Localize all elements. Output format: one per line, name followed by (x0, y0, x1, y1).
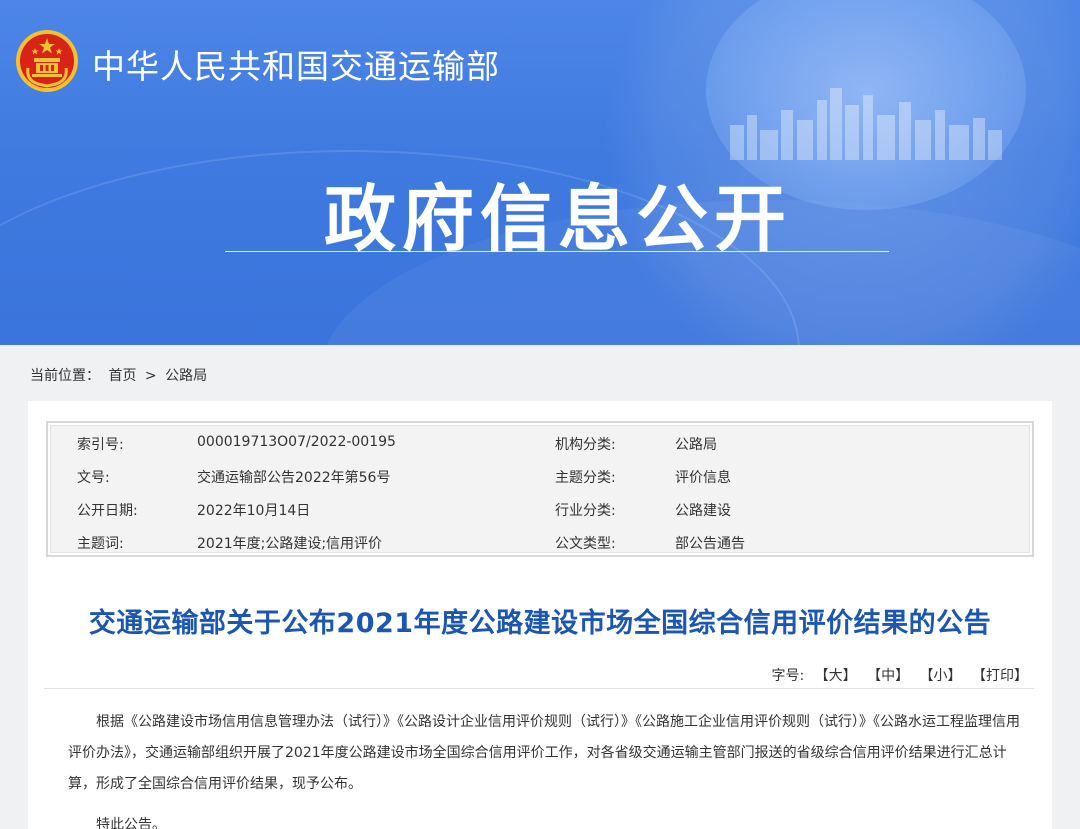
breadcrumb: 当前位置： 首页 > 公路局 (30, 365, 211, 385)
meta-value-topic: 评价信息 (675, 470, 731, 486)
meta-key-keywords: 主题词: (77, 536, 124, 552)
meta-key-doc-number: 文号: (77, 470, 110, 486)
meta-key-industry: 行业分类: (555, 503, 616, 519)
meta-row: 公开日期: 2022年10月14日 行业分类: 公路建设 (51, 492, 1029, 525)
meta-row: 文号: 交通运输部公告2022年第56号 主题分类: 评价信息 (51, 459, 1029, 492)
font-medium-button[interactable]: 【中】 (867, 668, 909, 684)
article-paragraph: 根据《公路建设市场信用信息管理办法（试行）》《公路设计企业信用评价规则（试行）》… (68, 714, 1020, 792)
font-size-controls: 字号: 【大】 【中】 【小】 【打印】 (765, 665, 1028, 685)
article-title: 交通运输部关于公布2021年度公路建设市场全国综合信用评价结果的公告 (88, 608, 992, 639)
meta-value-org: 公路局 (675, 437, 717, 453)
article-closing: 特此公告。 (96, 817, 166, 829)
banner-title: 政府信息公开 (323, 176, 792, 261)
site-title[interactable]: 中华人民共和国交通运输部 (92, 40, 500, 88)
meta-value-doc-type: 部公告通告 (675, 536, 745, 552)
breadcrumb-label: 当前位置： (30, 368, 100, 384)
print-button[interactable]: 【打印】 (972, 668, 1028, 684)
title-divider (44, 688, 1034, 689)
city-skyline-illustration (730, 88, 1002, 160)
header-banner: 中华人民共和国交通运输部 政府信息公开 (0, 0, 1080, 345)
meta-value-date: 2022年10月14日 (197, 503, 311, 519)
document-meta-table: 索引号: 000019713O07/2022-00195 机构分类: 公路局 文… (46, 421, 1034, 557)
meta-value-keywords: 2021年度;公路建设;信用评价 (197, 536, 383, 552)
meta-key-index: 索引号: (77, 437, 124, 453)
meta-inner: 索引号: 000019713O07/2022-00195 机构分类: 公路局 文… (50, 425, 1030, 553)
article-container: 索引号: 000019713O07/2022-00195 机构分类: 公路局 文… (28, 401, 1052, 829)
meta-value-industry: 公路建设 (675, 503, 731, 519)
national-emblem-logo (16, 30, 78, 92)
meta-key-doc-type: 公文类型: (555, 536, 616, 552)
font-large-button[interactable]: 【大】 (815, 668, 857, 684)
meta-key-topic: 主题分类: (555, 470, 616, 486)
meta-value-index: 000019713O07/2022-00195 (197, 434, 396, 450)
meta-value-doc-number: 交通运输部公告2022年第56号 (197, 470, 391, 486)
breadcrumb-home-link[interactable]: 首页 (108, 368, 136, 384)
article-body: 根据《公路建设市场信用信息管理办法（试行）》《公路设计企业信用评价规则（试行）》… (68, 707, 1028, 829)
font-size-label: 字号: (771, 668, 805, 684)
meta-key-org: 机构分类: (555, 437, 616, 453)
breadcrumb-current-link[interactable]: 公路局 (165, 368, 207, 384)
banner-title-underline (225, 251, 889, 252)
font-small-button[interactable]: 【小】 (920, 668, 962, 684)
meta-row: 索引号: 000019713O07/2022-00195 机构分类: 公路局 (51, 426, 1029, 459)
meta-key-date: 公开日期: (77, 503, 138, 519)
breadcrumb-separator: > (144, 368, 157, 384)
meta-row: 主题词: 2021年度;公路建设;信用评价 公文类型: 部公告通告 (51, 525, 1029, 558)
